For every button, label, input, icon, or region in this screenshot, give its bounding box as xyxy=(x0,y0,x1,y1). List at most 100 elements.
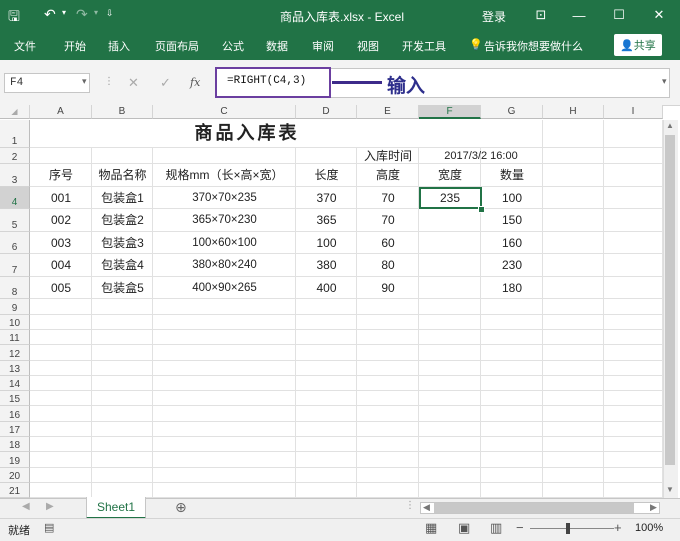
tab-page-layout[interactable]: 页面布局 xyxy=(155,38,199,54)
grid-cell[interactable] xyxy=(481,315,543,330)
grid-cell[interactable] xyxy=(30,452,92,468)
grid-cell[interactable] xyxy=(543,299,604,315)
grid-cell[interactable] xyxy=(92,330,153,345)
grid-cell[interactable] xyxy=(419,422,481,437)
column-header-a[interactable]: A xyxy=(30,105,92,119)
grid-cell[interactable] xyxy=(92,483,153,498)
grid-cell[interactable] xyxy=(357,391,419,406)
select-all-corner[interactable]: ◢ xyxy=(0,105,30,119)
grid-cell[interactable] xyxy=(92,391,153,406)
grid-cell[interactable] xyxy=(604,468,663,483)
grid-cell[interactable] xyxy=(604,330,663,345)
page-break-view-icon[interactable]: ▥ xyxy=(490,520,502,536)
grid-cell[interactable] xyxy=(153,345,296,361)
grid-cell[interactable] xyxy=(296,148,357,164)
grid-cell[interactable] xyxy=(296,315,357,330)
share-button[interactable]: 👤共享 xyxy=(614,34,662,56)
grid-cell[interactable] xyxy=(604,164,663,187)
grid-cell[interactable] xyxy=(419,232,481,254)
grid-cell[interactable] xyxy=(153,299,296,315)
grid-cell[interactable] xyxy=(30,148,92,164)
grid-cell[interactable] xyxy=(296,452,357,468)
grid-cell[interactable] xyxy=(296,345,357,361)
split-dots-icon[interactable]: ⋮ xyxy=(405,500,415,511)
row-header-5[interactable]: 5 xyxy=(0,209,30,232)
grid-cell[interactable] xyxy=(357,422,419,437)
grid-cell[interactable] xyxy=(604,254,663,277)
grid-cell[interactable] xyxy=(153,376,296,391)
grid-cell[interactable] xyxy=(481,330,543,345)
grid-cell[interactable] xyxy=(481,299,543,315)
sheet-tab-sheet1[interactable]: Sheet1 xyxy=(86,497,146,519)
scroll-down-icon[interactable]: ▼ xyxy=(666,485,674,494)
grid-cell[interactable] xyxy=(543,187,604,209)
grid-cell[interactable] xyxy=(296,406,357,422)
confirm-entry-icon[interactable]: ✓ xyxy=(160,75,171,91)
grid-cell[interactable] xyxy=(92,452,153,468)
grid-cell[interactable] xyxy=(357,483,419,498)
zoom-in-icon[interactable]: + xyxy=(614,520,622,535)
grid-cell[interactable] xyxy=(92,345,153,361)
grid-cell[interactable] xyxy=(604,232,663,254)
grid-cell[interactable] xyxy=(30,437,92,452)
grid-cell[interactable] xyxy=(604,361,663,376)
grid-cell[interactable] xyxy=(153,452,296,468)
grid-cell[interactable] xyxy=(30,483,92,498)
grid-cell[interactable] xyxy=(153,315,296,330)
undo-icon[interactable]: ↶ xyxy=(44,6,56,23)
grid-cell[interactable] xyxy=(543,422,604,437)
grid-cell[interactable] xyxy=(30,468,92,483)
horizontal-scroll-thumb[interactable] xyxy=(434,503,634,513)
grid-cell[interactable] xyxy=(419,345,481,361)
grid-cell[interactable] xyxy=(481,361,543,376)
customize-toolbar-icon[interactable]: ⇩ xyxy=(106,8,114,19)
grid-cell[interactable] xyxy=(296,437,357,452)
grid-cell[interactable] xyxy=(153,437,296,452)
grid-cell[interactable] xyxy=(543,345,604,361)
grid-cell[interactable] xyxy=(153,391,296,406)
grid-cell[interactable] xyxy=(92,376,153,391)
grid-cell[interactable] xyxy=(153,422,296,437)
grid-cell[interactable] xyxy=(543,164,604,187)
grid-cell[interactable] xyxy=(357,452,419,468)
vertical-scroll-thumb[interactable] xyxy=(665,135,675,465)
grid-cell[interactable] xyxy=(296,299,357,315)
row-header-4[interactable]: 4 xyxy=(0,187,30,209)
row-header-11[interactable]: 11 xyxy=(0,330,30,345)
grid-cell[interactable] xyxy=(543,232,604,254)
grid-cell[interactable] xyxy=(604,345,663,361)
grid-cell[interactable] xyxy=(357,345,419,361)
grid-cell[interactable] xyxy=(543,315,604,330)
grid-cell[interactable] xyxy=(481,452,543,468)
grid-cell[interactable] xyxy=(296,361,357,376)
grid-cell[interactable] xyxy=(481,406,543,422)
tell-me-box[interactable]: 告诉我你想要做什么 xyxy=(484,38,583,54)
redo-icon[interactable]: ↷ xyxy=(76,6,88,23)
grid-cell[interactable] xyxy=(419,391,481,406)
grid-cell[interactable] xyxy=(357,361,419,376)
grid-cell[interactable] xyxy=(419,483,481,498)
grid-cell[interactable] xyxy=(30,391,92,406)
grid-cell[interactable] xyxy=(357,406,419,422)
row-header-20[interactable]: 20 xyxy=(0,468,30,483)
grid-cell[interactable] xyxy=(30,406,92,422)
grid-cell[interactable] xyxy=(419,406,481,422)
grid-cell[interactable] xyxy=(296,391,357,406)
grid-cell[interactable] xyxy=(604,391,663,406)
tab-insert[interactable]: 插入 xyxy=(108,38,130,54)
grid-cell[interactable] xyxy=(543,254,604,277)
name-box-dropdown-icon[interactable]: ▾ xyxy=(82,76,87,87)
grid-cell[interactable] xyxy=(419,299,481,315)
grid-cell[interactable] xyxy=(92,361,153,376)
close-icon[interactable]: ✕ xyxy=(648,4,670,26)
row-header-17[interactable]: 17 xyxy=(0,422,30,437)
formula-content[interactable]: =RIGHT(C4,3) xyxy=(215,67,331,98)
row-header-10[interactable]: 10 xyxy=(0,315,30,330)
login-button[interactable]: 登录 xyxy=(482,8,506,25)
grid-cell[interactable] xyxy=(357,468,419,483)
grid-cell[interactable] xyxy=(419,315,481,330)
row-header-12[interactable]: 12 xyxy=(0,345,30,361)
grid-cell[interactable] xyxy=(296,483,357,498)
row-header-1[interactable]: 1 xyxy=(0,120,30,148)
grid-cell[interactable] xyxy=(543,120,604,148)
